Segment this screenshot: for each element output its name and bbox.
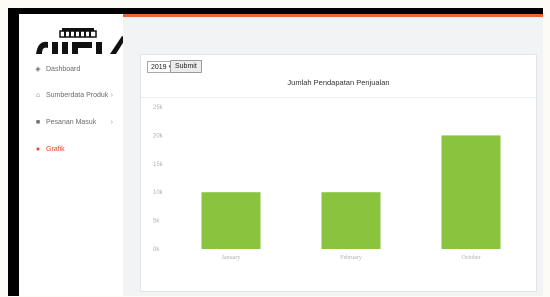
- y-tick-label: 10k: [153, 190, 164, 196]
- y-tick-label: 15k: [153, 162, 164, 168]
- x-category-label: January: [222, 255, 241, 261]
- chart-title: Jumlah Pendapatan Penjualan: [287, 78, 390, 87]
- bar-october[interactable]: [441, 135, 501, 249]
- title-divider: [141, 97, 536, 98]
- y-tick-label: 25k: [153, 105, 164, 111]
- tag-icon: ⌂: [35, 91, 41, 99]
- sidebar-item-dashboard[interactable]: ◈ Dashboard: [19, 62, 123, 76]
- accent-bar: [123, 14, 543, 17]
- y-tick-label: 5k: [153, 219, 160, 225]
- sidebar-item-label: Pesanan Masuk: [46, 118, 97, 126]
- chevron-right-icon: ›: [110, 91, 113, 99]
- y-tick-label: 0k: [153, 247, 160, 253]
- main-content: 2019 ▾ Submit Jumlah Pendapatan Penjuala…: [123, 14, 543, 296]
- y-tick-label: 20k: [153, 133, 164, 139]
- chart-panel: 2019 ▾ Submit Jumlah Pendapatan Penjuala…: [140, 54, 537, 292]
- bar-chart: 0k 5k 10k 15k 20k 25k January February October: [153, 105, 501, 261]
- sidebar-item-grafik[interactable]: ● Grafik: [19, 142, 123, 156]
- chevron-right-icon: ›: [110, 118, 113, 126]
- sidebar-item-sumberdata-produk[interactable]: ⌂ Sumberdata Produk ›: [19, 88, 123, 102]
- sidebar-item-label: Grafik: [46, 145, 65, 153]
- dashboard-icon: ◈: [35, 66, 41, 73]
- sidebar: ◈ Dashboard ⌂ Sumberdata Produk › ■ Pesa…: [19, 14, 126, 296]
- folder-icon: ■: [35, 118, 41, 126]
- bar-january[interactable]: [201, 192, 261, 249]
- sidebar-item-label: Dashboard: [46, 65, 81, 73]
- sidebar-item-label: Sumberdata Produk: [46, 91, 109, 99]
- sidebar-item-pesanan-masuk[interactable]: ■ Pesanan Masuk ›: [19, 115, 123, 129]
- chart-icon: ●: [35, 145, 41, 153]
- x-category-label: February: [340, 255, 362, 261]
- submit-button[interactable]: Submit: [170, 60, 202, 73]
- store-logo: [36, 28, 126, 54]
- bar-february[interactable]: [321, 192, 381, 249]
- x-category-label: October: [461, 255, 480, 261]
- year-select-value: 2019: [151, 63, 167, 71]
- screenshot-frame: ◈ Dashboard ⌂ Sumberdata Produk › ■ Pesa…: [8, 8, 543, 296]
